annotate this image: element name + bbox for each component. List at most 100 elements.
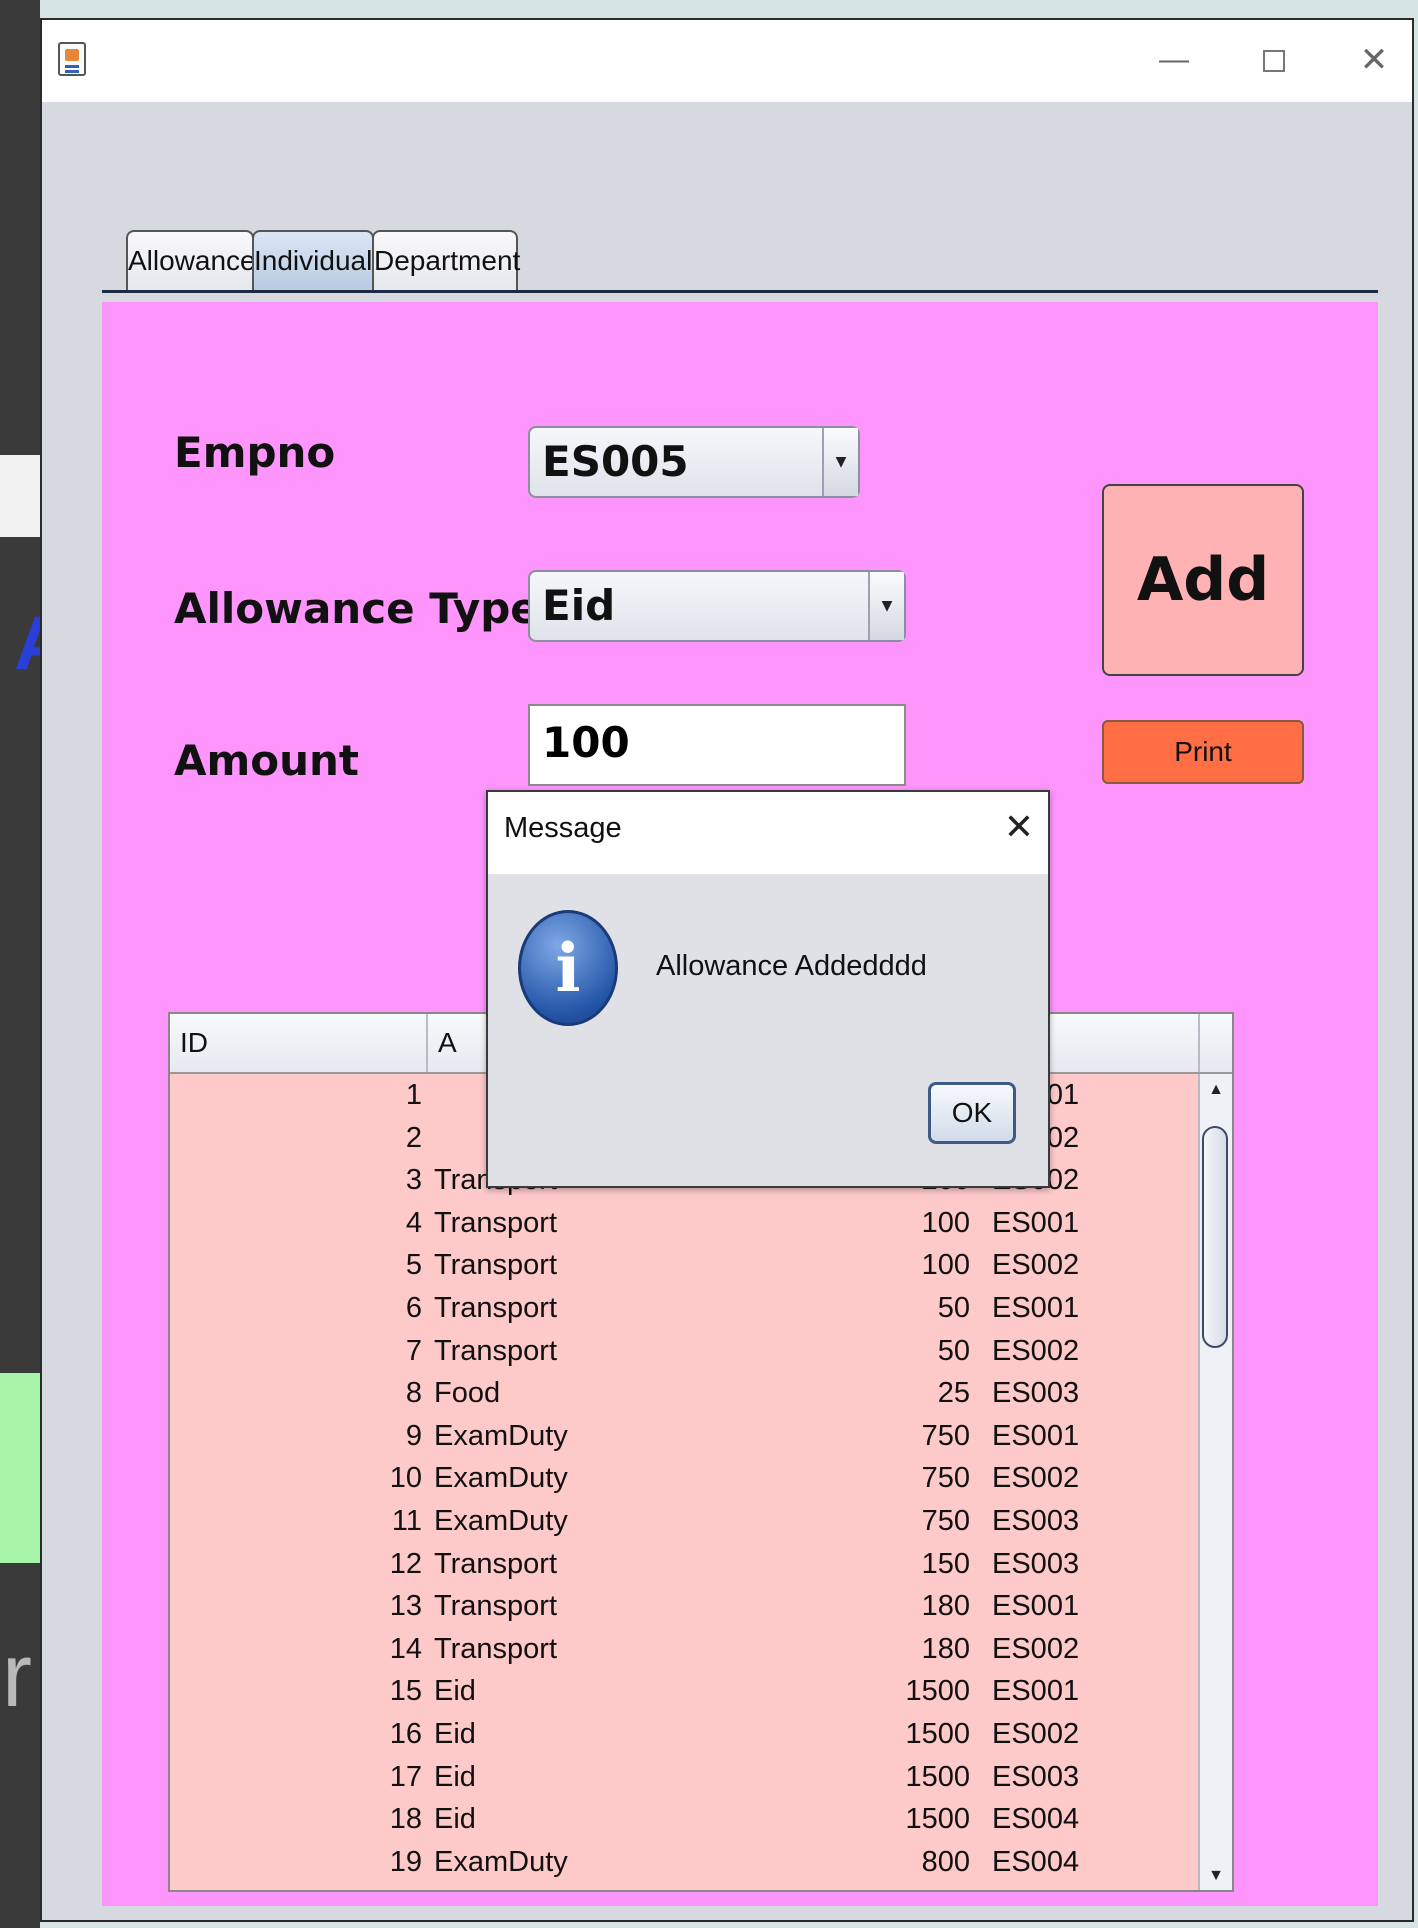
- table-row[interactable]: 15 Eid 1500 ES001: [170, 1670, 1200, 1713]
- cell-id: 2: [405, 1121, 422, 1154]
- tab-individual[interactable]: Individual: [252, 230, 374, 290]
- table-row[interactable]: 17 Eid 1500 ES003: [170, 1756, 1200, 1799]
- empno-combobox[interactable]: ES005 ▼: [528, 426, 860, 498]
- table-row[interactable]: 11 ExamDuty 750 ES003: [170, 1500, 1200, 1543]
- table-body: 1ES0012ES0023Transport200ES0024Transport…: [170, 1074, 1200, 1883]
- table-row[interactable]: 4 Transport 100 ES001: [170, 1202, 1200, 1245]
- allowance-type-label: Allowance Type: [174, 584, 539, 633]
- cell-empno: ES001: [992, 1419, 1080, 1452]
- table-row[interactable]: 5 Transport 100 ES002: [170, 1244, 1200, 1287]
- table-row[interactable]: 12 Transport 150 ES003: [170, 1543, 1200, 1586]
- cell-empno: ES001: [992, 1206, 1080, 1239]
- cell-amount: 180: [921, 1632, 970, 1665]
- tab-divider: [102, 290, 1378, 293]
- minimize-button[interactable]: —: [1152, 40, 1196, 80]
- amount-input[interactable]: 100: [528, 704, 906, 786]
- scroll-thumb[interactable]: [1202, 1126, 1228, 1348]
- app-window: — ✕ Allowance Individual Department Empn…: [40, 18, 1414, 1922]
- cell-id: 11: [391, 1504, 422, 1537]
- cell-empno: ES002: [992, 1462, 1080, 1495]
- table-row[interactable]: 10 ExamDuty 750 ES002: [170, 1457, 1200, 1500]
- allowance-type-value: Eid: [542, 581, 616, 630]
- dialog-message: Allowance Addedddd: [656, 950, 927, 982]
- allowance-type-combobox[interactable]: Eid ▼: [528, 570, 906, 642]
- cell-type: Transport: [434, 1590, 558, 1623]
- cell-type: Transport: [434, 1206, 558, 1239]
- cell-type: Food: [434, 1377, 501, 1410]
- table-row[interactable]: 14 Transport 180 ES002: [170, 1628, 1200, 1671]
- cell-empno: ES002: [992, 1334, 1080, 1367]
- dialog-title: Message: [504, 812, 622, 844]
- cell-id: 14: [389, 1632, 422, 1665]
- cell-amount: 25: [937, 1377, 970, 1410]
- cell-amount: 750: [921, 1419, 970, 1452]
- cell-id: 17: [389, 1760, 422, 1793]
- cell-amount: 1500: [905, 1717, 970, 1750]
- empno-label: Empno: [174, 428, 336, 477]
- cell-id: 1: [405, 1079, 422, 1111]
- cell-empno: ES004: [992, 1803, 1080, 1836]
- cell-id: 4: [405, 1206, 422, 1239]
- cell-empno: ES002: [992, 1632, 1080, 1665]
- dialog-title-bar: Message ✕: [488, 792, 1048, 874]
- cell-type: Eid: [434, 1803, 476, 1836]
- add-button[interactable]: Add: [1102, 484, 1304, 676]
- cell-id: 5: [405, 1249, 422, 1282]
- title-bar: — ✕: [42, 20, 1412, 102]
- tab-allowance[interactable]: Allowance: [126, 230, 256, 290]
- cell-amount: 50: [937, 1291, 970, 1324]
- vertical-scrollbar[interactable]: ▲ ▼: [1198, 1074, 1232, 1890]
- cell-type: ExamDuty: [434, 1419, 568, 1452]
- cell-type: Eid: [434, 1717, 476, 1750]
- cell-amount: 180: [921, 1590, 970, 1623]
- tab-department[interactable]: Department: [372, 230, 520, 290]
- cell-id: 12: [389, 1547, 422, 1580]
- cell-id: 13: [389, 1590, 422, 1623]
- cell-amount: 100: [921, 1249, 970, 1282]
- cell-amount: 1500: [905, 1675, 970, 1708]
- table-row[interactable]: 13 Transport 180 ES001: [170, 1585, 1200, 1628]
- close-button[interactable]: ✕: [1352, 40, 1396, 80]
- cell-empno: ES003: [992, 1760, 1080, 1793]
- column-header-id[interactable]: ID: [170, 1014, 428, 1072]
- cell-id: 7: [405, 1334, 422, 1367]
- print-button[interactable]: Print: [1102, 720, 1304, 784]
- java-app-icon: [58, 42, 86, 76]
- background-text-fragment: r: [2, 1626, 32, 1726]
- table-row[interactable]: 7 Transport 50 ES002: [170, 1330, 1200, 1373]
- cell-amount: 800: [921, 1845, 970, 1878]
- info-icon: i: [518, 910, 618, 1026]
- cell-empno: ES003: [992, 1377, 1080, 1410]
- chevron-down-icon[interactable]: ▼: [868, 572, 904, 640]
- cell-empno: ES002: [992, 1717, 1080, 1750]
- cell-empno: ES004: [992, 1845, 1080, 1878]
- dialog-close-button[interactable]: ✕: [1004, 806, 1034, 848]
- cell-id: 18: [389, 1803, 422, 1836]
- maximize-button[interactable]: [1252, 40, 1296, 80]
- empno-value: ES005: [542, 437, 689, 486]
- ok-button[interactable]: OK: [928, 1082, 1016, 1144]
- cell-empno: ES003: [992, 1547, 1080, 1580]
- background-panel: [0, 455, 40, 537]
- table-row[interactable]: 16 Eid 1500 ES002: [170, 1713, 1200, 1756]
- cell-amount: 750: [921, 1504, 970, 1537]
- cell-id: 19: [389, 1845, 422, 1878]
- table-row[interactable]: 8 Food 25 ES003: [170, 1372, 1200, 1415]
- cell-id: 8: [405, 1377, 422, 1410]
- scroll-down-icon[interactable]: ▼: [1200, 1862, 1232, 1890]
- cell-type: Transport: [434, 1547, 558, 1580]
- chevron-down-icon[interactable]: ▼: [822, 428, 858, 496]
- table-row[interactable]: 6 Transport 50 ES001: [170, 1287, 1200, 1330]
- cell-type: ExamDuty: [434, 1504, 568, 1537]
- cell-empno: ES001: [992, 1590, 1080, 1623]
- table-row[interactable]: 18 Eid 1500 ES004: [170, 1798, 1200, 1841]
- table-row[interactable]: 19 ExamDuty 800 ES004: [170, 1841, 1200, 1884]
- cell-amount: 150: [921, 1547, 970, 1580]
- cell-id: 9: [405, 1419, 422, 1452]
- scroll-up-icon[interactable]: ▲: [1200, 1076, 1232, 1104]
- cell-id: 16: [389, 1717, 422, 1750]
- cell-amount: 1500: [905, 1803, 970, 1836]
- table-row[interactable]: 9 ExamDuty 750 ES001: [170, 1415, 1200, 1458]
- cell-type: Transport: [434, 1291, 558, 1324]
- cell-empno: ES002: [992, 1249, 1080, 1282]
